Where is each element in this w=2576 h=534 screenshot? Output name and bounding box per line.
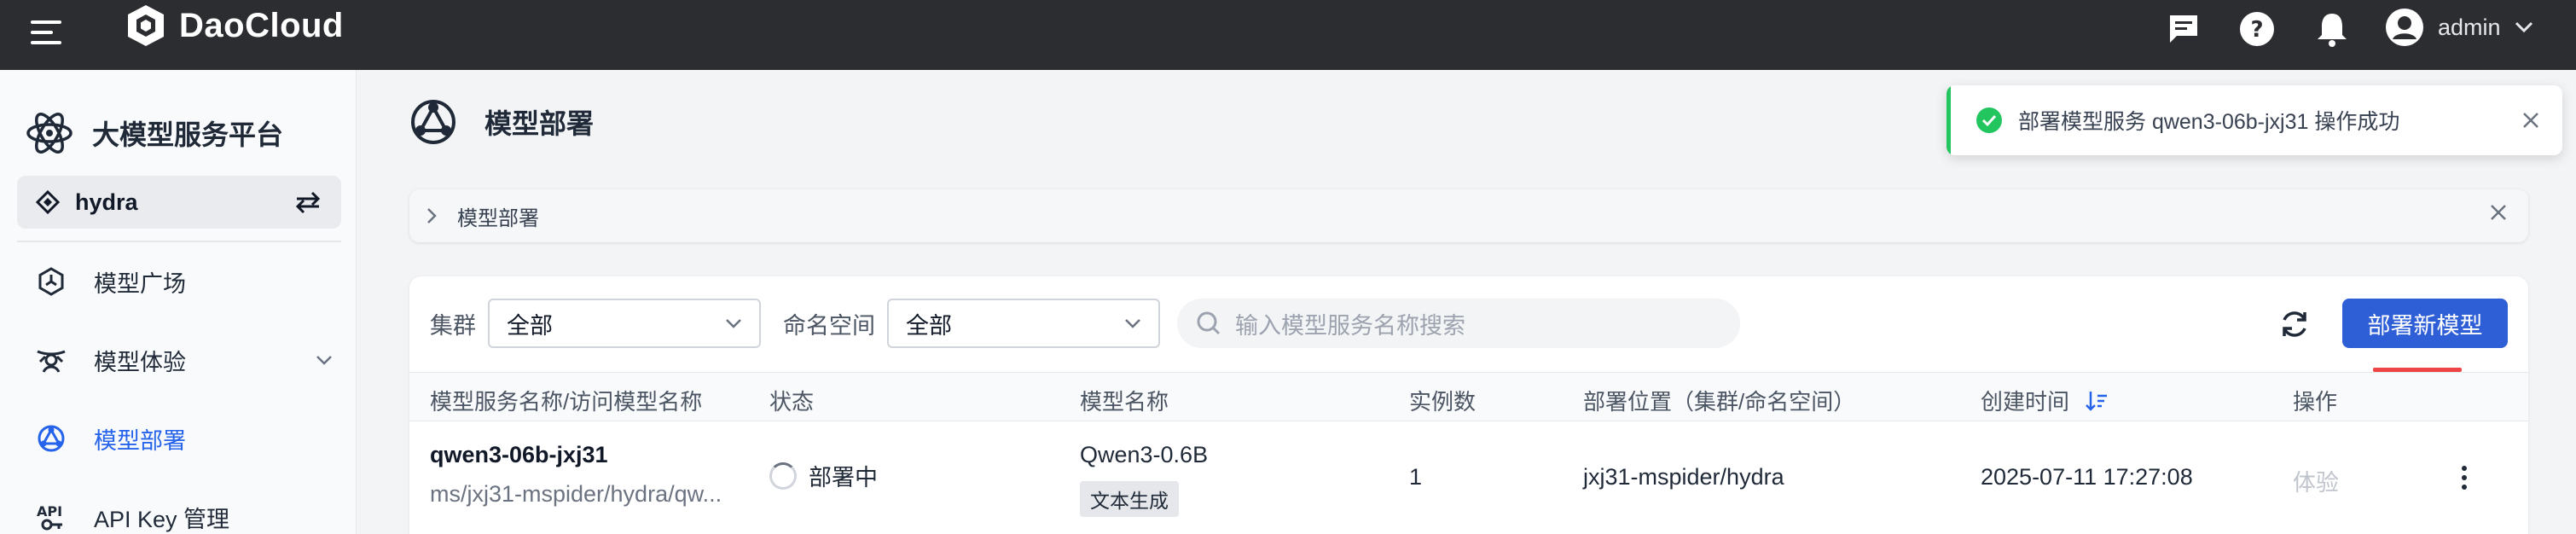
col-instances: 实例数 — [1409, 389, 1477, 415]
namespace-select[interactable]: 全部 — [887, 299, 1160, 348]
experience-icon — [34, 343, 68, 377]
namespace-label: 命名空间 — [783, 312, 875, 339]
breadcrumb-item[interactable]: 模型部署 — [457, 201, 539, 231]
sidebar-item-model-experience[interactable]: 模型体验 — [17, 333, 341, 387]
model-square-icon — [34, 264, 68, 299]
svg-text:API: API — [37, 503, 62, 519]
more-actions-icon[interactable] — [2462, 466, 2467, 490]
refresh-icon[interactable] — [2276, 305, 2313, 343]
chevron-down-icon — [726, 319, 741, 328]
bell-icon[interactable] — [2312, 9, 2353, 49]
chevron-right-icon[interactable] — [426, 207, 437, 224]
toast-message: 部署模型服务 qwen3-06b-jxj31 操作成功 — [2018, 110, 2400, 134]
top-bar: DaoCloud ? admin — [0, 0, 2576, 70]
table-row[interactable]: qwen3-06b-jxj31 ms/jxj31-mspider/hydra/q… — [409, 421, 2528, 534]
table-header: 模型服务名称/访问模型名称 状态 模型名称 实例数 部署位置（集群/命名空间） … — [409, 372, 2528, 421]
col-status: 状态 — [769, 389, 815, 415]
svg-text:?: ? — [2250, 17, 2263, 43]
sidebar-item-api-key[interactable]: API API Key 管理 — [17, 490, 341, 534]
sidebar-item-model-square[interactable]: 模型广场 — [17, 254, 341, 309]
api-key-icon: API — [34, 500, 68, 534]
page-title: 模型部署 — [408, 92, 594, 152]
col-location: 部署位置（集群/命名空间） — [1583, 389, 1856, 415]
breadcrumb: 模型部署 — [409, 189, 2528, 242]
model-name: Qwen3-0.6B — [1080, 442, 1209, 467]
success-check-icon — [1976, 107, 2002, 133]
brand-logo[interactable]: DaoCloud — [123, 2, 344, 49]
search-input[interactable]: 输入模型服务名称搜索 — [1177, 299, 1740, 348]
workspace-switcher[interactable]: hydra — [17, 176, 341, 229]
chevron-down-icon — [1125, 319, 1140, 328]
model-tag: 文本生成 — [1080, 481, 1179, 517]
deploy-icon — [411, 100, 455, 144]
chevron-down-icon — [2515, 21, 2532, 33]
username: admin — [2438, 14, 2501, 40]
user-avatar-icon — [2386, 9, 2423, 46]
instance-count: 1 — [1409, 464, 1423, 490]
cluster-label: 集群 — [430, 312, 476, 339]
status-badge: 部署中 — [769, 459, 878, 492]
col-actions: 操作 — [2293, 389, 2338, 415]
col-model-name: 模型名称 — [1080, 389, 1169, 415]
sidebar: 大模型服务平台 hydra 模型广场 模型体验 模型部署 API API Key… — [0, 70, 357, 534]
workspace-name: hydra — [75, 189, 138, 215]
daocloud-logo-icon — [128, 5, 164, 46]
deployment-table-panel: 集群 全部 命名空间 全部 输入模型服务名称搜索 部署新模型 模型服务名称/访问… — [409, 276, 2528, 534]
message-icon[interactable] — [2163, 9, 2204, 49]
platform-logo-icon — [26, 113, 73, 154]
search-placeholder: 输入模型服务名称搜索 — [1235, 312, 1465, 339]
sidebar-item-model-deploy[interactable]: 模型部署 — [17, 411, 341, 466]
close-icon[interactable] — [2521, 111, 2540, 130]
filter-bar: 集群 全部 命名空间 全部 — [430, 299, 1182, 348]
col-created-time[interactable]: 创建时间 — [1981, 385, 2109, 416]
created-time: 2025-07-11 17:27:08 — [1981, 464, 2193, 490]
cluster-select[interactable]: 全部 — [488, 299, 761, 348]
sidebar-divider — [17, 241, 341, 242]
service-name[interactable]: qwen3-06b-jxj31 — [430, 442, 608, 468]
search-icon — [1197, 311, 1221, 335]
menu-icon[interactable] — [31, 15, 67, 50]
brand-name: DaoCloud — [179, 6, 344, 44]
experience-link[interactable]: 体验 — [2293, 464, 2339, 497]
access-model-name: ms/jxj31-mspider/hydra/qw... — [430, 481, 722, 507]
deploy-icon — [34, 421, 68, 456]
deploy-new-model-button[interactable]: 部署新模型 — [2342, 299, 2508, 348]
switch-icon[interactable] — [293, 189, 322, 215]
workspace-icon — [36, 190, 60, 214]
loading-spinner-icon — [769, 461, 797, 490]
chevron-down-icon — [316, 356, 332, 365]
user-menu[interactable]: admin — [2385, 7, 2533, 48]
deploy-location: jxj31-mspider/hydra — [1583, 464, 1784, 490]
platform-title: 大模型服务平台 — [26, 107, 283, 159]
success-toast: 部署模型服务 qwen3-06b-jxj31 操作成功 — [1947, 85, 2562, 155]
help-icon[interactable]: ? — [2237, 9, 2277, 49]
sort-desc-icon[interactable] — [2085, 389, 2109, 413]
col-service-name: 模型服务名称/访问模型名称 — [430, 389, 703, 415]
close-icon[interactable] — [2489, 203, 2508, 222]
